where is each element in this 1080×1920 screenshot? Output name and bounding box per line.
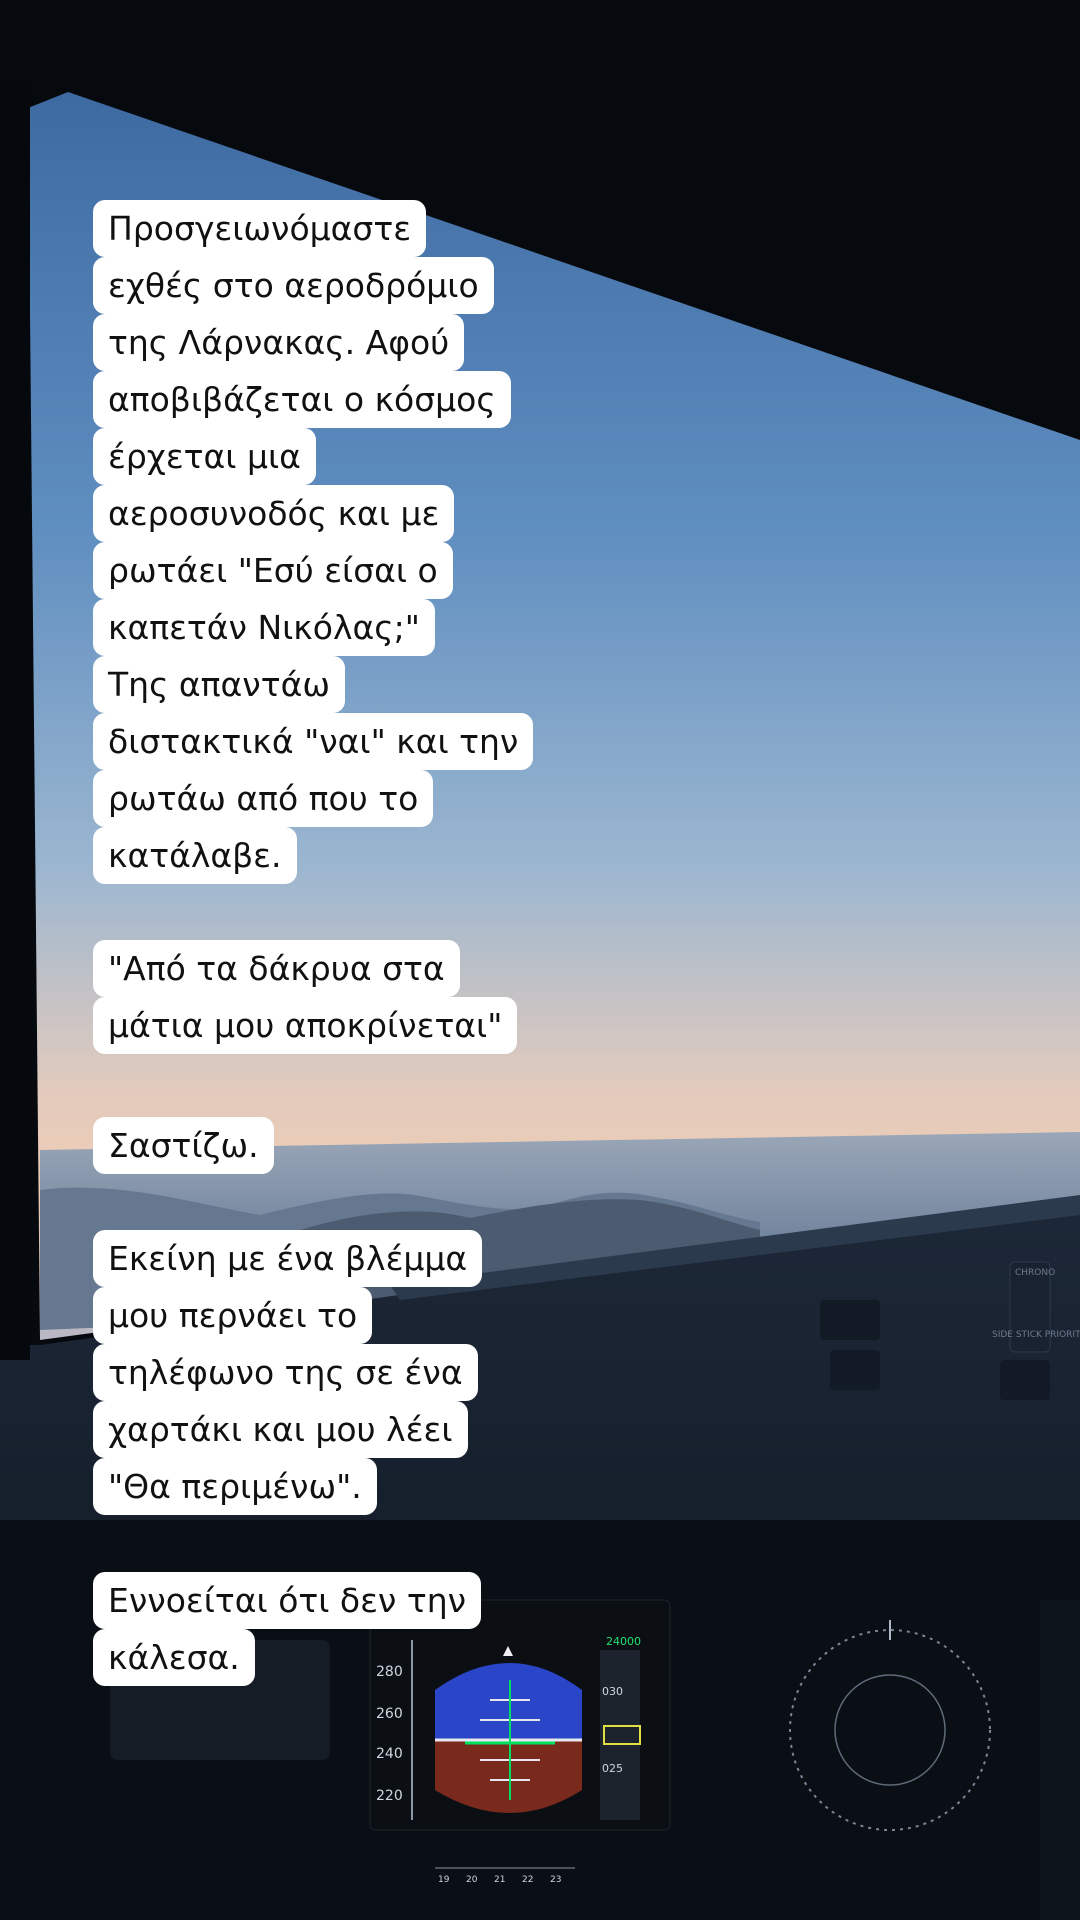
caption-line: Εκείνη με ένα βλέμμα (93, 1230, 483, 1287)
caption-line: τηλέφωνο της σε ένα (93, 1344, 478, 1401)
caption-line: ρωτάω από που το (93, 770, 434, 827)
caption-line: έρχεται μια (93, 428, 316, 485)
caption-line: εχθές στο αεροδρόμιο (93, 257, 494, 314)
caption-line: κάλεσα. (93, 1629, 255, 1686)
caption-line: "Από τα δάκρυα στα (93, 940, 460, 997)
caption-line: Εννοείται ότι δεν την (93, 1572, 482, 1629)
caption-line: μάτια μου αποκρίνεται" (93, 997, 518, 1054)
caption-line: χαρτάκι και μου λέει (93, 1401, 468, 1458)
caption-paragraph: Εκείνη με ένα βλέμμα μου περνάει το τηλέφω… (93, 1230, 483, 1515)
caption-line: ρωτάει "Εσύ είσαι ο (93, 542, 453, 599)
caption-line: μου περνάει το (93, 1287, 373, 1344)
caption-paragraph: "Από τα δάκρυα στα μάτια μου αποκρίνεται" (93, 940, 518, 1054)
caption-paragraph: Εννοείται ότι δεν την κάλεσα. (93, 1572, 482, 1686)
caption-overlay: Προσγειωνόμαστε εχθές στο αεροδρόμιο της Λ… (0, 0, 1080, 1920)
caption-line: Προσγειωνόμαστε (93, 200, 427, 257)
caption-line: κατάλαβε. (93, 827, 297, 884)
caption-line: "Θα περιμένω". (93, 1458, 377, 1515)
caption-paragraph: Προσγειωνόμαστε εχθές στο αεροδρόμιο της Λ… (93, 200, 534, 884)
caption-line: αποβιβάζεται ο κόσμος (93, 371, 511, 428)
caption-line: διστακτικά "ναι" και την (93, 713, 534, 770)
caption-line: Σαστίζω. (93, 1117, 274, 1174)
caption-line: της Λάρνακας. Αφού (93, 314, 465, 371)
caption-paragraph: Σαστίζω. (93, 1117, 274, 1174)
caption-line: καπετάν Νικόλας;" (93, 599, 435, 656)
caption-line: Της απαντάω (93, 656, 345, 713)
caption-line: αεροσυνοδός και με (93, 485, 455, 542)
